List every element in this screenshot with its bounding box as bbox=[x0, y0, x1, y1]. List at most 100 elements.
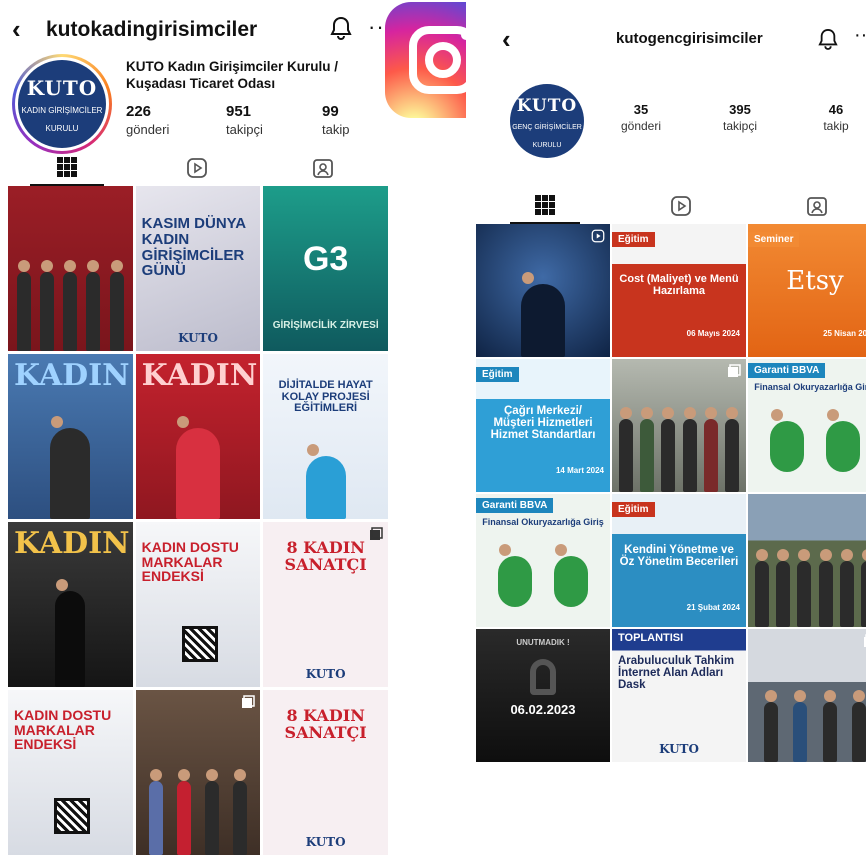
portrait-photo bbox=[136, 416, 261, 519]
group-photo bbox=[8, 259, 133, 351]
reels-icon bbox=[187, 158, 207, 178]
post-tile[interactable]: TOPLANTISI Arabuluculuk Tahkim İnternet … bbox=[612, 629, 746, 762]
avatar-logo-text: KUTO bbox=[26, 76, 98, 100]
post-tag: Seminer bbox=[748, 232, 800, 247]
tagged-icon bbox=[807, 197, 827, 216]
post-tile[interactable]: Seminer Etsy 25 Nisan 2024 bbox=[748, 224, 866, 357]
tab-grid[interactable] bbox=[30, 150, 104, 186]
post-title: KADIN bbox=[14, 526, 130, 561]
bell-icon[interactable] bbox=[330, 16, 352, 45]
multi-post-icon bbox=[369, 527, 383, 546]
post-tile[interactable]: KADIN DOSTU MARKALAR ENDEKSİ bbox=[135, 522, 261, 687]
post-date: 25 Nisan 2024 bbox=[823, 329, 866, 339]
post-title: 8 KADIN SANATÇI bbox=[284, 538, 367, 574]
profile-username: kutogencgirisimciler bbox=[616, 30, 763, 47]
post-tile[interactable]: Garanti BBVA Finansal Okuryazarlığa Giri… bbox=[476, 494, 610, 627]
post-tile[interactable]: DİJİTALDE HAYAT KOLAY PROJESİ EĞİTİMLERİ bbox=[263, 354, 388, 519]
avatar[interactable]: KUTO GENÇ GİRİŞİMCİLER KURULU bbox=[510, 84, 584, 158]
post-tag: UNUTMADIK ! bbox=[516, 638, 570, 647]
profile-tabs bbox=[0, 150, 392, 186]
speaker-photos bbox=[476, 544, 610, 607]
back-icon[interactable]: ‹ bbox=[502, 26, 511, 52]
post-tile[interactable] bbox=[476, 224, 610, 357]
post-tile[interactable]: KADIN bbox=[8, 522, 133, 687]
grid-icon bbox=[57, 157, 77, 177]
post-tag: TOPLANTISI bbox=[618, 632, 684, 644]
stat-followers[interactable]: 395 takipçi bbox=[710, 102, 770, 133]
avatar-caption: KADIN GİRİŞİMCİLER KURULU bbox=[21, 106, 103, 133]
avatar-logo: KUTO KADIN GİRİŞİMCİLER KURULU bbox=[18, 60, 106, 148]
back-icon[interactable]: ‹ bbox=[12, 16, 21, 42]
post-title: KADIN bbox=[14, 358, 130, 393]
profile-username: kutokadingirisimciler bbox=[46, 18, 258, 41]
post-tile[interactable]: Eğitim Cost (Maliyet) ve Menü Hazırlama … bbox=[612, 224, 746, 357]
bell-icon[interactable] bbox=[818, 28, 838, 55]
post-title: Etsy bbox=[786, 266, 844, 296]
avatar[interactable]: KUTO KADIN GİRİŞİMCİLER KURULU bbox=[12, 54, 112, 154]
post-tile[interactable]: 8 KADIN SANATÇI KUTO bbox=[263, 690, 388, 855]
post-tile[interactable] bbox=[135, 690, 261, 855]
post-grid: Eğitim Cost (Maliyet) ve Menü Hazırlama … bbox=[476, 224, 866, 762]
post-tile[interactable]: Eğitim Çağrı Merkezi/ Müşteri Hizmetleri… bbox=[476, 359, 610, 492]
post-logo: KUTO bbox=[305, 667, 346, 681]
post-title: DİJİTALDE HAYAT KOLAY PROJESİ EĞİTİMLERİ bbox=[278, 379, 373, 415]
post-title: KADIN DOSTU MARKALAR ENDEKSİ bbox=[141, 539, 239, 585]
post-title: Kendini Yönetme ve Öz Yönetim Becerileri bbox=[619, 544, 739, 569]
stat-following[interactable]: 99 takip bbox=[322, 103, 349, 137]
stat-posts[interactable]: 35 gönderi bbox=[616, 102, 666, 133]
right-profile-screen: ‹ kutogencgirisimciler ·· KUTO GENÇ GİRİ… bbox=[466, 0, 866, 858]
post-tile[interactable]: Eğitim Kendini Yönetme ve Öz Yönetim Bec… bbox=[612, 494, 746, 627]
post-tag: Garanti BBVA bbox=[476, 498, 554, 513]
tab-tagged[interactable] bbox=[782, 188, 852, 224]
post-tile[interactable]: UNUTMADIK ! 06.02.2023 bbox=[476, 629, 610, 762]
post-date: 14 Mart 2024 bbox=[555, 466, 604, 476]
post-logo: KUTO bbox=[305, 835, 346, 849]
portrait-photo bbox=[8, 579, 133, 687]
more-options-icon[interactable]: ·· bbox=[854, 24, 866, 47]
post-tile[interactable] bbox=[748, 629, 866, 762]
post-date: 21 Şubat 2024 bbox=[686, 603, 740, 613]
group-photo bbox=[748, 548, 866, 627]
reels-icon bbox=[671, 196, 691, 216]
post-logo: KUTO bbox=[659, 742, 699, 756]
post-tag: Garanti BBVA bbox=[748, 363, 826, 378]
post-title: Cost (Maliyet) ve Menü Hazırlama bbox=[619, 273, 739, 297]
post-tile[interactable]: KADIN bbox=[135, 354, 261, 519]
post-grid: KASIM DÜNYA KADIN GİRİŞİMCİLER GÜNÜ KUTO… bbox=[8, 186, 388, 855]
avatar-logo-text: KUTO bbox=[516, 96, 578, 116]
portrait-photo bbox=[8, 416, 133, 519]
grid-icon bbox=[535, 195, 555, 215]
post-tag: Eğitim bbox=[612, 232, 655, 247]
post-title: KASIM DÜNYA KADIN GİRİŞİMCİLER GÜNÜ bbox=[141, 215, 246, 280]
post-tile[interactable]: G3 GİRİŞİMCİLİK ZİRVESİ bbox=[263, 186, 388, 351]
post-tile[interactable] bbox=[612, 359, 746, 492]
post-logo: KUTO bbox=[178, 331, 218, 345]
stat-posts[interactable]: 226 gönderi bbox=[126, 103, 169, 137]
meeting-photo bbox=[748, 690, 866, 762]
post-title: Finansal Okuryazarlığa Giriş bbox=[482, 517, 604, 527]
post-title: G3 bbox=[302, 240, 349, 278]
post-title: Çağrı Merkezi/ Müşteri Hizmetleri Hizmet… bbox=[490, 405, 596, 442]
bio-line: KUTO Kadın Girişimciler Kurulu / bbox=[126, 59, 339, 74]
tab-reels[interactable] bbox=[646, 188, 716, 224]
post-title: Arabuluculuk Tahkim İnternet Alan Adları… bbox=[618, 655, 735, 692]
post-title: KADIN bbox=[141, 358, 258, 393]
profile-tabs bbox=[466, 188, 866, 224]
stat-following[interactable]: 46 takip bbox=[816, 102, 856, 133]
tab-tagged[interactable] bbox=[286, 150, 360, 186]
post-tile[interactable] bbox=[748, 494, 866, 627]
post-tile[interactable]: KADIN bbox=[8, 354, 133, 519]
reel-icon bbox=[591, 229, 605, 248]
post-title: KADIN DOSTU MARKALAR ENDEKSİ bbox=[14, 707, 112, 753]
post-tile[interactable]: 8 KADIN SANATÇI KUTO bbox=[263, 522, 388, 687]
tab-reels[interactable] bbox=[160, 150, 234, 186]
tab-grid[interactable] bbox=[510, 188, 580, 224]
stat-followers[interactable]: 951 takipçi bbox=[226, 103, 263, 137]
left-profile-screen: ‹ kutokadingirisimciler ··· KUTO KADIN G… bbox=[0, 0, 392, 858]
ribbon-icon bbox=[530, 659, 556, 695]
post-tile[interactable]: KADIN DOSTU MARKALAR ENDEKSİ bbox=[8, 690, 133, 855]
post-title: 06.02.2023 bbox=[510, 702, 576, 717]
post-tile[interactable] bbox=[8, 186, 133, 351]
post-tile[interactable]: KASIM DÜNYA KADIN GİRİŞİMCİLER GÜNÜ KUTO bbox=[135, 186, 261, 351]
post-tile[interactable]: Garanti BBVA Finansal Okuryazarlığa Giri… bbox=[748, 359, 866, 492]
